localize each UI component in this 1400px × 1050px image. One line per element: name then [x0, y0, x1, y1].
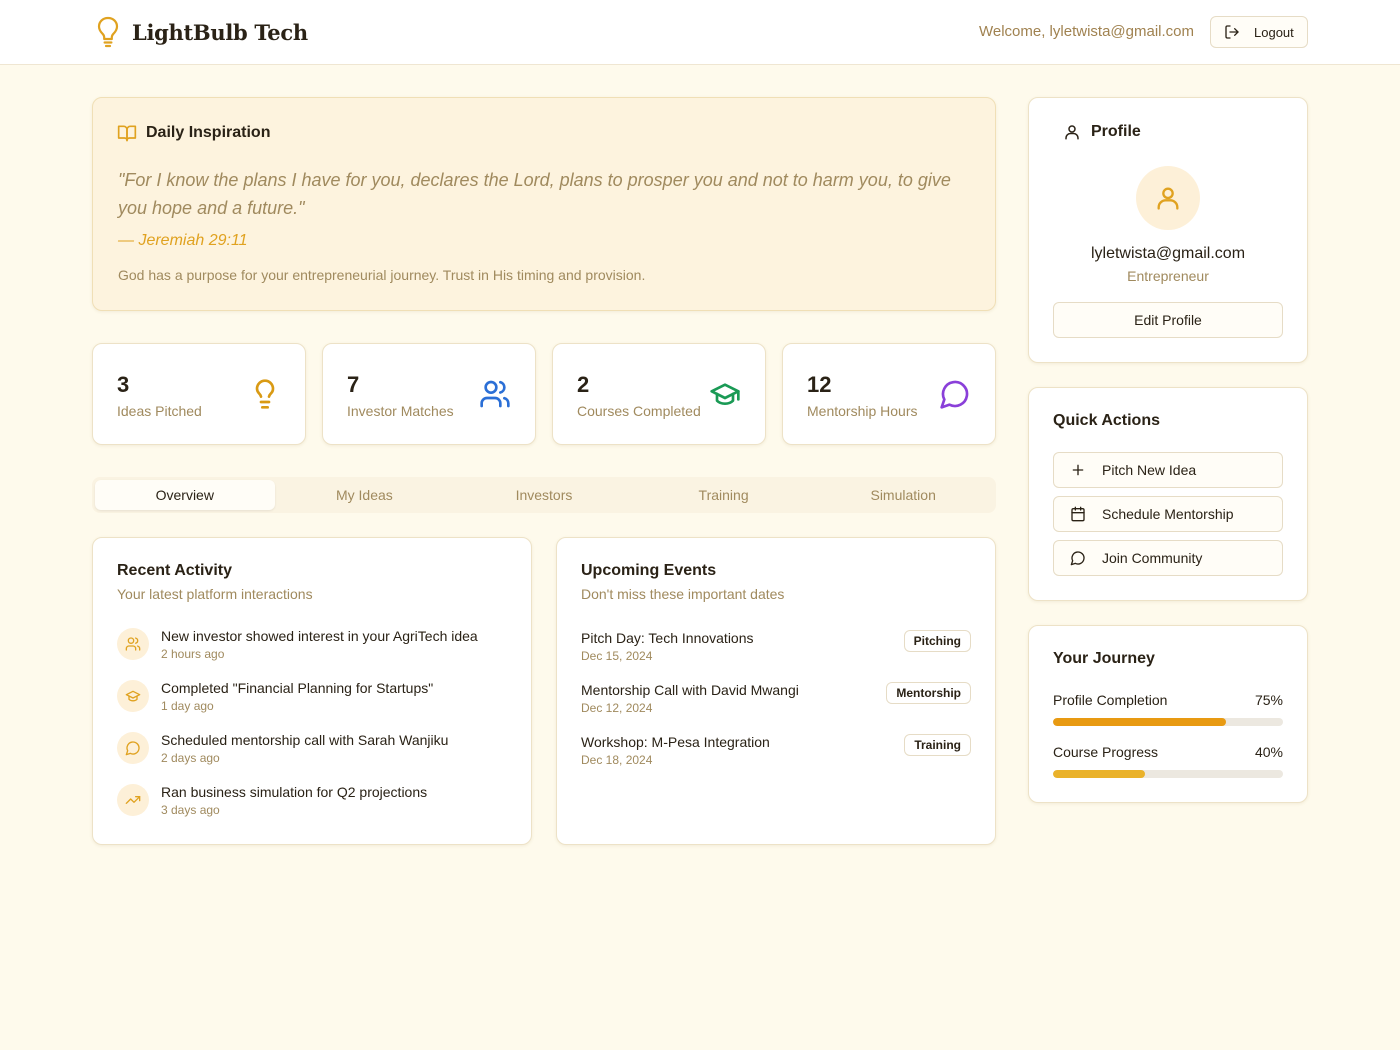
activity-time: 2 hours ago: [161, 647, 225, 661]
activity-time: 3 days ago: [161, 803, 220, 817]
progress-bar-fill: [1053, 718, 1226, 726]
main-tabs: Overview My Ideas Investors Training Sim…: [92, 477, 996, 513]
stat-label: Mentorship Hours: [807, 403, 918, 419]
log-out-icon: [1224, 24, 1240, 40]
activity-title: Completed "Financial Planning for Startu…: [161, 680, 434, 696]
users-icon: [479, 378, 511, 410]
stat-label: Courses Completed: [577, 403, 701, 419]
inspiration-header: Daily Inspiration: [117, 123, 270, 143]
list-item: Scheduled mentorship call with Sarah Wan…: [117, 732, 448, 765]
stat-label: Investor Matches: [347, 403, 454, 419]
activity-time: 1 day ago: [161, 699, 214, 713]
user-icon: [1063, 123, 1081, 141]
join-community-button[interactable]: Join Community: [1053, 540, 1283, 576]
profile-role: Entrepreneur: [1127, 268, 1209, 284]
daily-inspiration-card: Daily Inspiration "For I know the plans …: [92, 97, 996, 311]
inspiration-note: God has a purpose for your entrepreneuri…: [118, 267, 646, 283]
button-label: Pitch New Idea: [1102, 462, 1197, 478]
graduation-cap-icon: [709, 378, 741, 410]
plus-icon: [1070, 462, 1086, 478]
schedule-mentorship-button[interactable]: Schedule Mentorship: [1053, 496, 1283, 532]
welcome-text: Welcome, lyletwista@gmail.com: [978, 23, 1194, 40]
brand[interactable]: LightBulb Tech: [96, 16, 308, 48]
card-subtitle: Your latest platform interactions: [117, 586, 313, 602]
logout-button[interactable]: Logout: [1210, 16, 1308, 48]
progress-label: Course Progress: [1053, 744, 1159, 760]
user-icon: [1154, 184, 1182, 212]
edit-profile-button[interactable]: Edit Profile: [1053, 302, 1283, 338]
card-title: Your Journey: [1053, 650, 1155, 667]
stat-value: 12: [807, 372, 832, 397]
progress-percent: 40%: [1254, 744, 1283, 760]
activity-title: Scheduled mentorship call with Sarah Wan…: [161, 732, 449, 748]
book-open-icon: [117, 123, 137, 143]
tab-overview[interactable]: Overview: [95, 480, 275, 510]
profile-title: Profile: [1091, 123, 1141, 140]
progress-percent: 75%: [1254, 692, 1283, 708]
stat-card-courses-completed: 2 Courses Completed: [552, 343, 766, 445]
upcoming-events-card: Upcoming Events Don't miss these importa…: [556, 537, 996, 845]
card-title: Upcoming Events: [581, 562, 717, 579]
event-badge: Mentorship: [886, 682, 971, 704]
calendar-icon: [1070, 506, 1086, 522]
button-label: Schedule Mentorship: [1102, 506, 1234, 522]
stat-card-mentorship-hours: 12 Mentorship Hours: [782, 343, 996, 445]
card-title: Recent Activity: [117, 562, 232, 579]
progress-row: Profile Completion 75%: [1053, 692, 1283, 708]
avatar[interactable]: [1136, 166, 1200, 230]
activity-time: 2 days ago: [161, 751, 220, 765]
progress-label: Profile Completion: [1053, 692, 1168, 708]
brand-title: LightBulb Tech: [132, 19, 308, 45]
list-item: Completed "Financial Planning for Startu…: [117, 680, 433, 713]
your-journey-card: Your Journey Profile Completion 75% Cour…: [1028, 625, 1308, 803]
event-item[interactable]: Workshop: M-Pesa Integration Dec 18, 202…: [581, 734, 971, 767]
stat-value: 7: [347, 372, 360, 397]
card-subtitle: Don't miss these important dates: [581, 586, 785, 602]
progress-row: Course Progress 40%: [1053, 744, 1283, 760]
inspiration-quote: "For I know the plans I have for you, de…: [118, 170, 951, 218]
inspiration-title: Daily Inspiration: [146, 124, 271, 141]
stat-label: Ideas Pitched: [117, 403, 202, 419]
users-icon: [117, 628, 149, 660]
stat-value: 3: [117, 372, 130, 397]
recent-activity-card: Recent Activity Your latest platform int…: [92, 537, 532, 845]
list-item: New investor showed interest in your Agr…: [117, 628, 478, 661]
lightbulb-icon: [249, 378, 281, 410]
progress-bar: [1053, 770, 1283, 778]
card-title: Quick Actions: [1053, 412, 1160, 429]
trending-up-icon: [117, 784, 149, 816]
tab-my-ideas[interactable]: My Ideas: [275, 480, 455, 510]
activity-title: New investor showed interest in your Agr…: [161, 628, 478, 644]
profile-header: Profile: [1053, 123, 1141, 141]
message-circle-icon: [939, 378, 971, 410]
event-badge: Training: [904, 734, 971, 756]
tab-simulation[interactable]: Simulation: [813, 480, 993, 510]
lightbulb-icon: [96, 16, 120, 48]
stat-value: 2: [577, 372, 590, 397]
activity-title: Ran business simulation for Q2 projectio…: [161, 784, 428, 800]
event-badge: Pitching: [903, 630, 971, 652]
progress-bar: [1053, 718, 1283, 726]
event-item[interactable]: Mentorship Call with David Mwangi Dec 12…: [581, 682, 971, 715]
list-item: Ran business simulation for Q2 projectio…: [117, 784, 427, 817]
tab-investors[interactable]: Investors: [454, 480, 634, 510]
top-header: LightBulb Tech Welcome, lyletwista@gmail…: [0, 0, 1400, 65]
profile-email: lyletwista@gmail.com: [1090, 245, 1246, 262]
quote-reference: — Jeremiah 29:11: [118, 232, 248, 249]
event-item[interactable]: Pitch Day: Tech Innovations Dec 15, 2024…: [581, 630, 971, 663]
profile-card: Profile lyletwista@gmail.com Entrepreneu…: [1028, 97, 1308, 363]
graduation-cap-icon: [117, 680, 149, 712]
stat-card-ideas-pitched: 3 Ideas Pitched: [92, 343, 306, 445]
message-circle-icon: [117, 732, 149, 764]
stat-card-investor-matches: 7 Investor Matches: [322, 343, 536, 445]
pitch-new-idea-button[interactable]: Pitch New Idea: [1053, 452, 1283, 488]
button-label: Join Community: [1102, 550, 1203, 566]
tab-training[interactable]: Training: [634, 480, 814, 510]
logout-label: Logout: [1254, 24, 1294, 40]
message-circle-icon: [1070, 550, 1086, 566]
quick-actions-card: Quick Actions Pitch New Idea Schedule Me…: [1028, 387, 1308, 601]
progress-bar-fill: [1053, 770, 1145, 778]
